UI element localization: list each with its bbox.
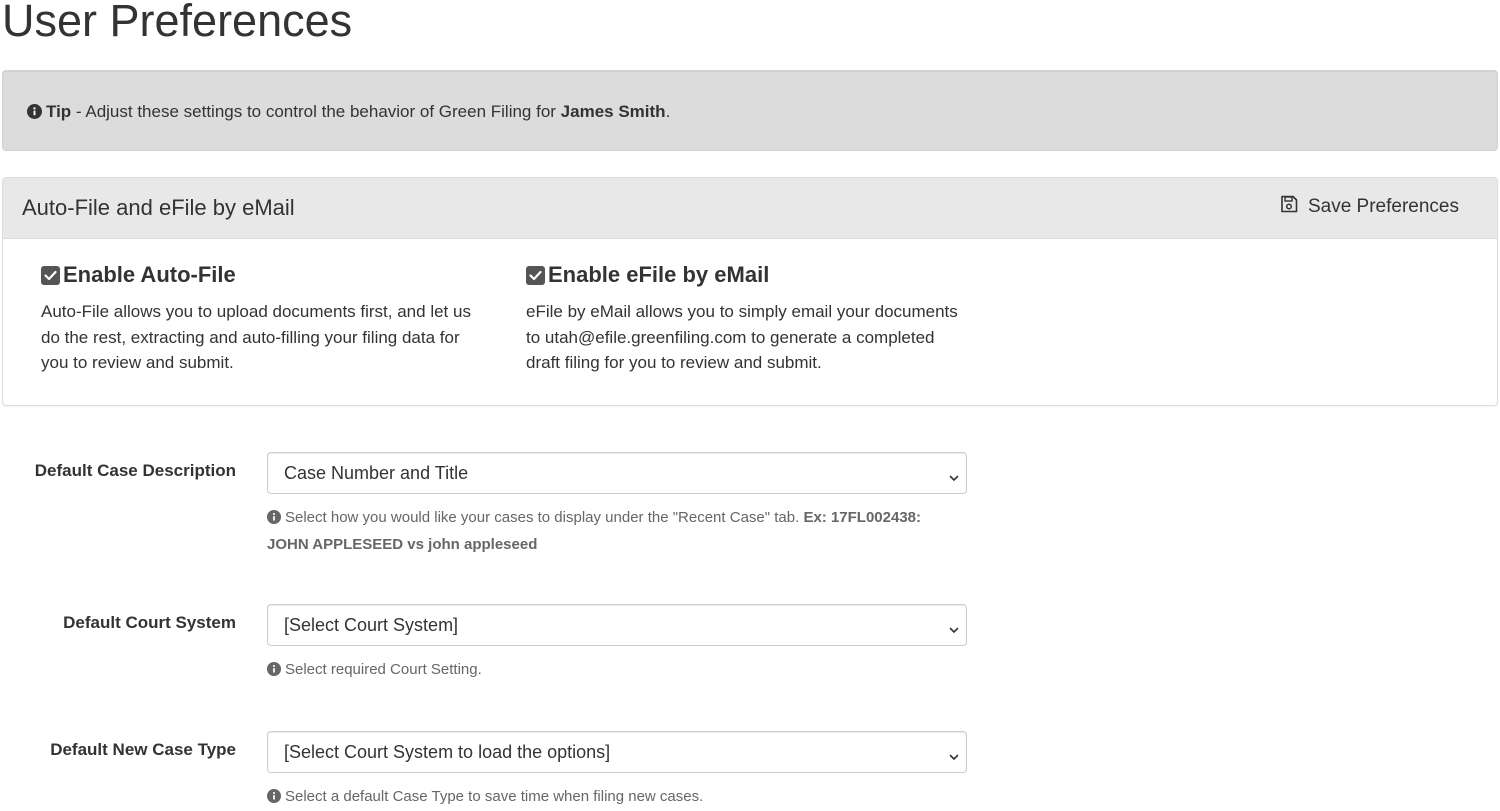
auto-file-description: Auto-File allows you to upload documents… — [41, 302, 471, 372]
floppy-disk-icon — [1280, 195, 1298, 219]
auto-file-checkbox[interactable] — [41, 265, 60, 285]
case-description-help: Select how you would like your cases to … — [267, 505, 957, 557]
auto-file-panel: Auto-File and eFile by eMail Save Prefer… — [2, 177, 1498, 406]
panel-heading: Auto-File and eFile by eMail Save Prefer… — [3, 178, 1497, 239]
case-description-help-text: Select how you would like your cases to … — [285, 509, 804, 526]
new-case-type-value: [Select Court System to load the options… — [284, 742, 611, 762]
tip-banner: Tip - Adjust these settings to control t… — [2, 70, 1498, 151]
case-description-label: Default Case Description — [34, 461, 236, 480]
efile-by-email-title: Enable eFile by eMail — [548, 262, 770, 287]
case-description-select[interactable]: Case Number and Title — [267, 452, 967, 494]
new-case-type-help-text: Select a default Case Type to save time … — [285, 788, 704, 805]
chevron-down-icon — [948, 468, 960, 489]
new-case-type-help: Select a default Case Type to save time … — [267, 784, 957, 811]
feature-auto-file: Enable Auto-File Auto-File allows you to… — [41, 262, 486, 376]
new-case-type-label: Default New Case Type — [50, 740, 236, 759]
court-system-value: [Select Court System] — [284, 615, 459, 635]
court-system-help: Select required Court Setting. — [267, 657, 957, 684]
info-circle-icon — [267, 507, 281, 532]
save-preferences-button[interactable]: Save Preferences — [1280, 192, 1459, 222]
page-title: User Preferences — [2, 0, 353, 46]
tip-label: Tip — [46, 102, 72, 121]
case-description-value: Case Number and Title — [284, 463, 469, 483]
chevron-down-icon — [948, 620, 960, 641]
info-circle-icon — [27, 103, 42, 125]
tip-text-end: . — [665, 102, 671, 121]
info-circle-icon — [267, 659, 281, 684]
tip-text: - Adjust these settings to control the b… — [71, 102, 561, 121]
efile-by-email-description: eFile by eMail allows you to simply emai… — [526, 302, 958, 372]
new-case-type-select[interactable]: [Select Court System to load the options… — [267, 731, 967, 773]
feature-efile-by-email: Enable eFile by eMail eFile by eMail all… — [526, 262, 971, 376]
save-preferences-label: Save Preferences — [1307, 196, 1459, 217]
tip-user-name: James Smith — [560, 102, 666, 121]
panel-title: Auto-File and eFile by eMail — [22, 195, 295, 220]
court-system-help-text: Select required Court Setting. — [285, 661, 482, 678]
auto-file-title: Enable Auto-File — [63, 262, 236, 287]
court-system-select[interactable]: [Select Court System] — [267, 604, 967, 646]
info-circle-icon — [267, 786, 281, 811]
efile-by-email-checkbox[interactable] — [526, 265, 545, 285]
court-system-label: Default Court System — [63, 613, 236, 632]
chevron-down-icon — [948, 747, 960, 768]
